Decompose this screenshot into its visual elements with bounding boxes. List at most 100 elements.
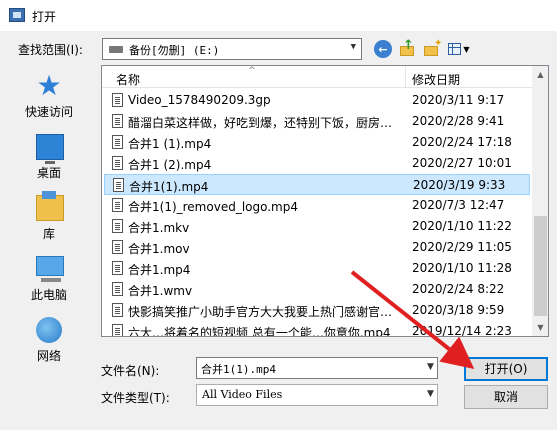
file-icon bbox=[112, 261, 123, 275]
back-button[interactable]: ← bbox=[374, 40, 392, 58]
scrollbar-thumb[interactable] bbox=[534, 216, 547, 316]
star-icon: ★ bbox=[36, 69, 62, 102]
up-arrow-icon: ↑ bbox=[403, 38, 414, 53]
file-list[interactable]: ^ 名称 修改日期 Video_1578490209.3gp 2020/3/11 … bbox=[101, 65, 549, 337]
file-date: 2020/3/11 9:17 bbox=[412, 93, 505, 107]
file-icon bbox=[112, 135, 123, 149]
chevron-down-icon: ▼ bbox=[463, 44, 470, 54]
window-title: 打开 bbox=[32, 10, 57, 24]
file-name: 合并1.wmv bbox=[128, 284, 193, 298]
file-name: 快影搞笑推广小助手官方大大我要上热门感谢官方... bbox=[128, 305, 403, 319]
back-arrow-icon: ← bbox=[378, 42, 388, 56]
file-icon bbox=[112, 114, 123, 128]
place-label: 库 bbox=[42, 227, 55, 241]
table-row[interactable]: 快影搞笑推广小助手官方大大我要上热门感谢官方... 2020/3/18 9:59 bbox=[104, 300, 530, 321]
place-this-pc[interactable]: 此电脑 bbox=[4, 252, 94, 312]
file-date: 2020/2/24 8:22 bbox=[412, 282, 505, 296]
place-network[interactable]: 网络 bbox=[4, 313, 94, 373]
file-icon bbox=[112, 282, 123, 296]
new-folder-button[interactable]: ✦ bbox=[423, 38, 443, 58]
look-in-combo[interactable]: 备份[勿删] (E:) ▼ bbox=[102, 38, 362, 60]
file-date: 2019/12/14 2:23 bbox=[412, 324, 512, 337]
open-button[interactable]: 打开(O) bbox=[464, 357, 548, 381]
file-icon bbox=[112, 93, 123, 107]
file-name: 合并1.mp4 bbox=[128, 263, 191, 277]
title-bar: 打开 bbox=[0, 0, 557, 31]
filetype-value: All Video Files bbox=[202, 388, 283, 401]
table-row[interactable]: 合并1(1)_removed_logo.mp4 2020/7/3 12:47 bbox=[104, 195, 530, 216]
file-icon bbox=[112, 156, 123, 170]
table-row[interactable]: Video_1578490209.3gp 2020/3/11 9:17 bbox=[104, 90, 530, 111]
chevron-down-icon: ▼ bbox=[350, 42, 356, 52]
file-name: 合并1.mkv bbox=[128, 221, 190, 235]
network-icon bbox=[36, 317, 62, 343]
file-date: 2020/3/18 9:59 bbox=[412, 303, 505, 317]
file-icon bbox=[112, 240, 123, 254]
view-menu-icon bbox=[448, 43, 462, 55]
column-header-name[interactable]: 名称 bbox=[116, 71, 140, 88]
table-row[interactable]: 合并1 (2).mp4 2020/2/27 10:01 bbox=[104, 153, 530, 174]
file-name: 合并1 (2).mp4 bbox=[128, 158, 212, 172]
table-row[interactable]: 合并1.mp4 2020/1/10 11:28 bbox=[104, 258, 530, 279]
place-label: 此电脑 bbox=[30, 288, 67, 302]
column-header-date[interactable]: 修改日期 bbox=[412, 71, 460, 88]
table-row[interactable]: 六大…将着名的短视频 总有一个能…你意你.mp4 2019/12/14 2:23 bbox=[104, 321, 530, 337]
open-dialog: 查找范围(I): 备份[勿删] (E:) ▼ ← ↑ ✦ ▼ ★ 快速访问 桌面… bbox=[0, 31, 557, 430]
place-library[interactable]: 库 bbox=[4, 191, 94, 251]
cancel-button[interactable]: 取消 bbox=[464, 385, 548, 409]
place-label: 快速访问 bbox=[24, 105, 73, 119]
sparkle-icon: ✦ bbox=[434, 38, 443, 49]
scroll-up-icon[interactable]: ▲ bbox=[532, 66, 548, 83]
scroll-down-icon[interactable]: ▼ bbox=[532, 319, 548, 336]
view-menu-button[interactable]: ▼ bbox=[446, 40, 472, 58]
file-name: 合并1.mov bbox=[128, 242, 190, 256]
file-date: 2020/1/10 11:28 bbox=[412, 261, 512, 275]
table-row[interactable]: 合并1(1).mp4 2020/3/19 9:33 bbox=[104, 174, 530, 195]
chevron-down-icon[interactable]: ▼ bbox=[427, 362, 434, 372]
file-name: 合并1(1).mp4 bbox=[129, 180, 209, 194]
place-desktop[interactable]: 桌面 bbox=[4, 130, 94, 190]
file-name: 合并1 (1).mp4 bbox=[128, 137, 212, 151]
file-icon bbox=[112, 198, 123, 212]
library-icon bbox=[36, 191, 64, 221]
file-icon bbox=[112, 303, 123, 317]
file-date: 2020/2/28 9:41 bbox=[412, 114, 505, 128]
table-row[interactable]: 醋溜白菜这样做，好吃到爆，还特别下饭，厨房小... 2020/2/28 9:41 bbox=[104, 111, 530, 132]
file-name: 合并1(1)_removed_logo.mp4 bbox=[128, 200, 298, 214]
table-row[interactable]: 合并1.mov 2020/2/29 11:05 bbox=[104, 237, 530, 258]
file-name: 醋溜白菜这样做，好吃到爆，还特别下饭，厨房小... bbox=[128, 116, 403, 130]
table-row[interactable]: 合并1 (1).mp4 2020/2/24 17:18 bbox=[104, 132, 530, 153]
vertical-scrollbar[interactable]: ▲ ▼ bbox=[532, 66, 548, 336]
file-date: 2020/2/27 10:01 bbox=[412, 156, 512, 170]
up-folder-button[interactable]: ↑ bbox=[399, 38, 417, 58]
place-label: 桌面 bbox=[36, 166, 61, 180]
computer-icon bbox=[36, 256, 64, 282]
filetype-select[interactable]: All Video Files ▼ bbox=[196, 384, 438, 406]
file-date: 2020/2/24 17:18 bbox=[412, 135, 512, 149]
filetype-label: 文件类型(T): bbox=[101, 391, 170, 405]
chevron-down-icon: ▼ bbox=[427, 389, 434, 399]
places-bar: ★ 快速访问 桌面 库 此电脑 网络 bbox=[4, 69, 94, 363]
look-in-value: 备份[勿删] (E:) bbox=[129, 44, 220, 57]
place-label: 网络 bbox=[36, 349, 61, 363]
file-name: 六大…将着名的短视频 总有一个能…你意你.mp4 bbox=[128, 326, 391, 337]
open-dialog-icon bbox=[9, 8, 25, 22]
column-divider[interactable] bbox=[405, 66, 406, 88]
filename-label: 文件名(N): bbox=[101, 364, 160, 378]
desktop-icon bbox=[36, 134, 64, 164]
filename-input[interactable]: 合并1(1).mp4 bbox=[196, 357, 438, 379]
place-quick-access[interactable]: ★ 快速访问 bbox=[4, 69, 94, 129]
file-date: 2020/1/10 11:22 bbox=[412, 219, 512, 233]
look-in-label: 查找范围(I): bbox=[18, 43, 83, 57]
file-date: 2020/7/3 12:47 bbox=[412, 198, 505, 212]
file-date: 2020/3/19 9:33 bbox=[413, 178, 506, 192]
table-row[interactable]: 合并1.mkv 2020/1/10 11:22 bbox=[104, 216, 530, 237]
sort-up-icon: ^ bbox=[248, 66, 256, 76]
drive-icon bbox=[109, 46, 123, 53]
file-list-header: ^ 名称 修改日期 bbox=[102, 66, 532, 88]
file-icon bbox=[113, 178, 124, 192]
file-icon bbox=[112, 219, 123, 233]
file-name: Video_1578490209.3gp bbox=[128, 93, 271, 107]
table-row[interactable]: 合并1.wmv 2020/2/24 8:22 bbox=[104, 279, 530, 300]
file-date: 2020/2/29 11:05 bbox=[412, 240, 512, 254]
